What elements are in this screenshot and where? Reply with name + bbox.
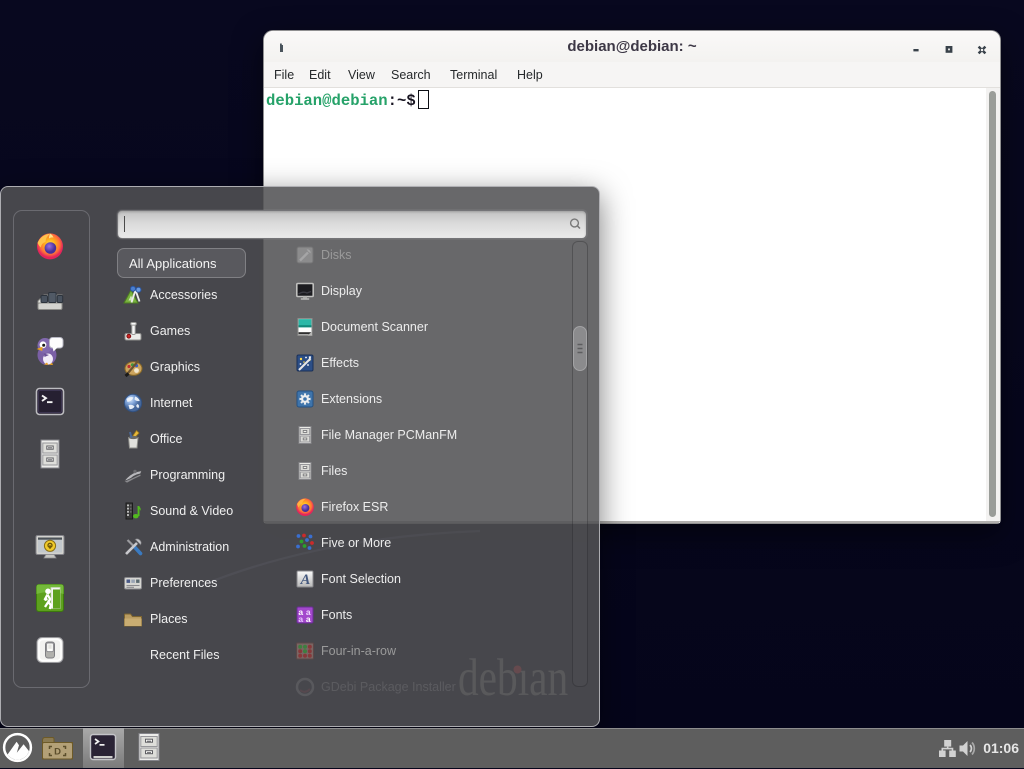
svg-text:D: D bbox=[54, 747, 61, 758]
